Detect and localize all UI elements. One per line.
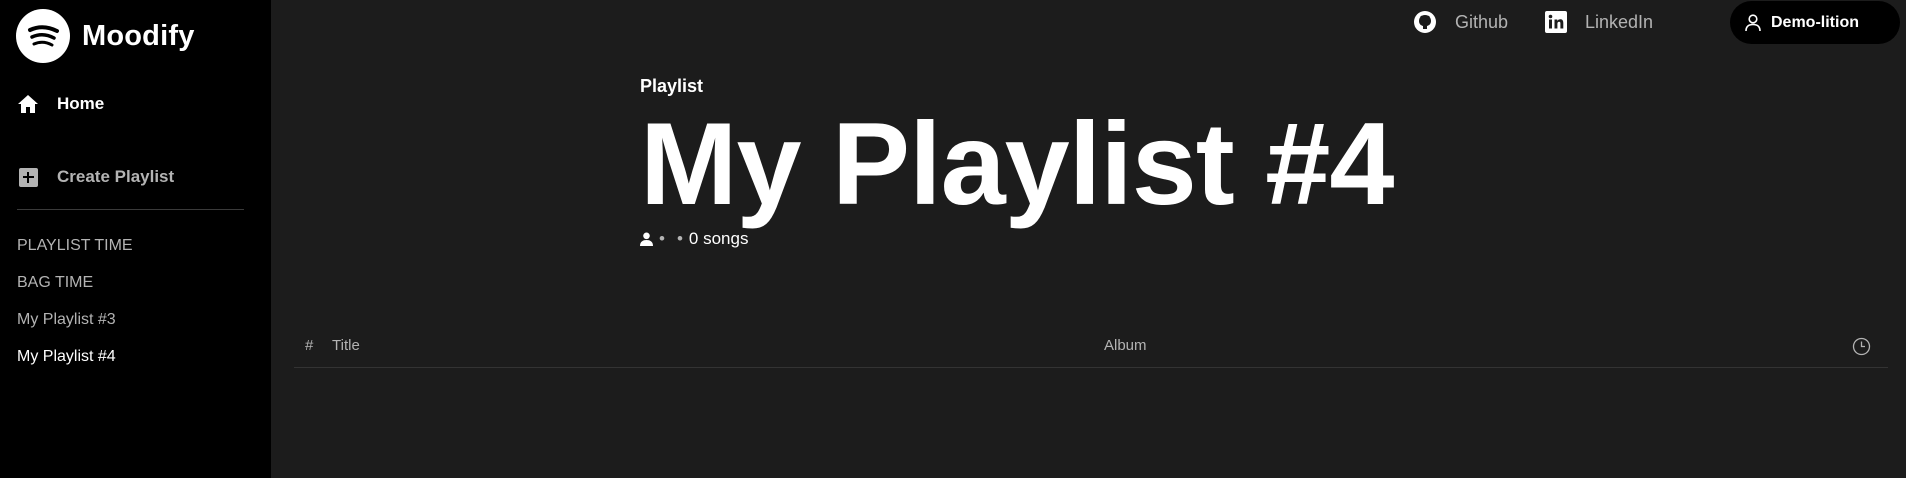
- nav-create-playlist[interactable]: Create Playlist: [16, 165, 174, 189]
- playlist-meta: • • 0 songs: [640, 229, 1393, 249]
- brand-name: Moodify: [82, 19, 195, 52]
- clock-icon: [1852, 337, 1871, 356]
- tracks-table-header: # Title Album: [294, 333, 1888, 368]
- playlist-header: Playlist My Playlist #4 • • 0 songs: [640, 76, 1394, 249]
- linkedin-icon: [1545, 11, 1567, 33]
- linkedin-link[interactable]: LinkedIn: [1545, 9, 1653, 35]
- playlist-kind: Playlist: [640, 76, 704, 96]
- song-count: 0 songs: [688, 229, 749, 248]
- home-icon: [16, 92, 40, 116]
- column-number: #: [305, 337, 314, 354]
- playlist-list: PLAYLIST TIME BAG TIME My Playlist #3 My…: [17, 236, 133, 384]
- user-icon: [1745, 13, 1761, 31]
- topbar: Github LinkedIn Demo-lition: [271, 1, 1906, 45]
- playlist-item[interactable]: My Playlist #3: [17, 310, 133, 347]
- github-link[interactable]: Github: [1413, 9, 1508, 35]
- sidebar-divider: [17, 209, 244, 210]
- nav-home-label: Home: [57, 94, 105, 113]
- user-menu-button[interactable]: Demo-lition: [1730, 1, 1900, 44]
- owner-icon: [640, 232, 653, 246]
- playlist-item-active[interactable]: My Playlist #4: [17, 347, 133, 384]
- github-icon: [1414, 11, 1436, 33]
- column-album: Album: [1104, 337, 1147, 354]
- meta-separator: •: [676, 229, 683, 248]
- brand[interactable]: Moodify: [16, 9, 195, 63]
- playlist-item[interactable]: BAG TIME: [17, 273, 133, 310]
- linkedin-label: LinkedIn: [1585, 11, 1654, 32]
- playlist-title: My Playlist #4: [640, 98, 1394, 229]
- column-title: Title: [332, 337, 360, 354]
- playlist-item[interactable]: PLAYLIST TIME: [17, 236, 133, 273]
- user-name: Demo-lition: [1771, 13, 1859, 31]
- nav-create-playlist-label: Create Playlist: [57, 167, 175, 186]
- moodify-logo-icon: [16, 9, 70, 63]
- meta-separator: •: [659, 229, 665, 248]
- sidebar: Moodify Home Create Playlist PLAYLIST TI…: [0, 0, 271, 478]
- github-label: Github: [1455, 11, 1509, 32]
- plus-square-icon: [16, 165, 40, 189]
- nav-home[interactable]: Home: [16, 92, 104, 116]
